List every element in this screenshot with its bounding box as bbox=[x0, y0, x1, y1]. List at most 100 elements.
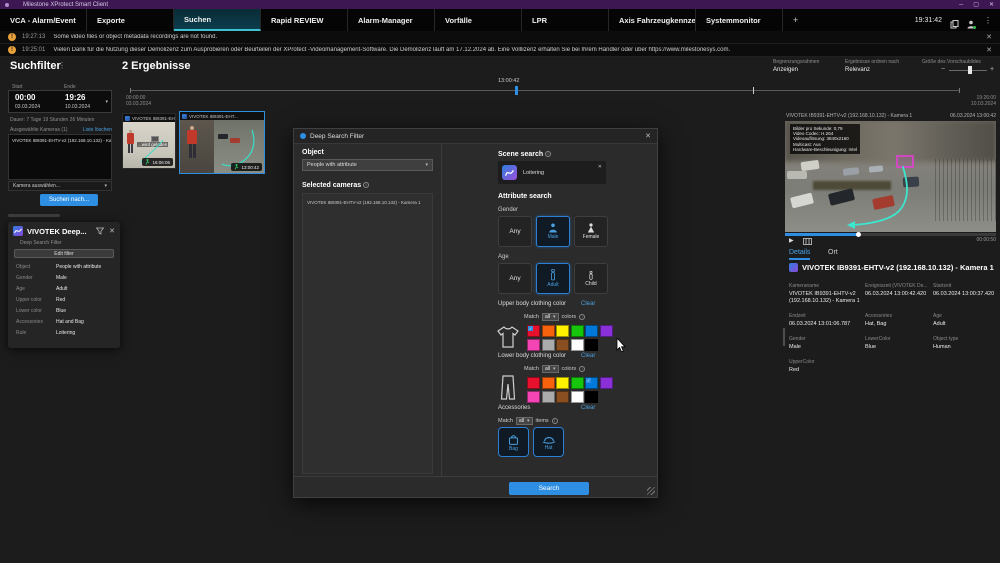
age-any-button[interactable]: Any bbox=[498, 263, 532, 294]
object-dropdown[interactable]: People with attribute ▾ bbox=[302, 159, 433, 171]
color-swatch-blue[interactable] bbox=[585, 325, 598, 337]
dialog-close-icon[interactable]: ✕ bbox=[645, 132, 651, 140]
export-icon[interactable] bbox=[950, 16, 959, 25]
filter-funnel-icon[interactable] bbox=[96, 227, 104, 235]
color-swatch-black[interactable] bbox=[585, 339, 598, 351]
color-swatch-yellow[interactable] bbox=[556, 377, 569, 389]
search-for-button[interactable]: Suchen nach... bbox=[40, 194, 98, 206]
color-swatch-blue[interactable]: ✓ bbox=[585, 377, 598, 389]
scrollbar-horizontal[interactable] bbox=[8, 214, 60, 217]
notification-close-icon[interactable]: ✕ bbox=[986, 33, 992, 41]
minimize-icon[interactable]: ─ bbox=[959, 2, 963, 8]
video-preview[interactable]: Bilder pro Sekunde: 0,79 Video Codec: H.… bbox=[785, 121, 996, 232]
upper-match-select[interactable]: all▾ bbox=[542, 313, 559, 321]
notification-close-icon[interactable]: ✕ bbox=[986, 46, 992, 54]
tab-suchen[interactable]: Suchen bbox=[174, 9, 261, 31]
camera-list[interactable]: VIVOTEK IB9391-EHTV-v2 (192.168.10.132) … bbox=[8, 134, 112, 180]
info-icon[interactable]: i bbox=[545, 151, 551, 157]
color-swatch-red[interactable]: ✓ bbox=[527, 325, 540, 337]
color-swatch-orange[interactable] bbox=[542, 325, 555, 337]
lower-match-select[interactable]: all▾ bbox=[542, 365, 559, 373]
info-icon[interactable]: i bbox=[579, 314, 585, 320]
tab-ort[interactable]: Ort bbox=[828, 249, 838, 256]
color-swatch-green[interactable] bbox=[571, 325, 584, 337]
accessories-clear-link[interactable]: Clear bbox=[581, 405, 595, 411]
result-thumbnail[interactable]: VIVOTEK IB9391-EHTV-v2... ...wird gelade… bbox=[122, 113, 176, 169]
selected-camera-item[interactable]: VIVOTEK IB9391-EHTV-v2 (192.168.10.132) … bbox=[303, 194, 432, 211]
tab-alarm-manager[interactable]: Alarm-Manager bbox=[348, 9, 435, 31]
gender-female-button[interactable]: Female bbox=[574, 216, 608, 247]
edit-filter-button[interactable]: Edit filter bbox=[14, 249, 114, 258]
selected-cameras-list[interactable]: VIVOTEK IB9391-EHTV-v2 (192.168.10.132) … bbox=[302, 193, 433, 474]
frames-icon[interactable] bbox=[803, 238, 812, 245]
maximize-icon[interactable]: ▢ bbox=[973, 1, 979, 8]
info-icon[interactable]: i bbox=[363, 182, 369, 188]
dialog-resize-handle[interactable] bbox=[647, 487, 655, 495]
thumbnail-size-slider[interactable] bbox=[949, 70, 987, 71]
color-swatch-black[interactable] bbox=[585, 391, 598, 403]
tab-details[interactable]: Details bbox=[789, 249, 810, 260]
color-swatch-purple[interactable] bbox=[600, 377, 613, 389]
close-icon[interactable]: ✕ bbox=[989, 1, 994, 8]
sort-by-dropdown[interactable]: Relevanz bbox=[845, 67, 870, 73]
upper-clear-link[interactable]: Clear bbox=[581, 301, 595, 307]
gender-any-button[interactable]: Any bbox=[498, 216, 532, 247]
gender-male-button[interactable]: Male bbox=[536, 216, 570, 247]
dialog-search-button[interactable]: Search bbox=[509, 482, 589, 495]
remove-scene-icon[interactable]: ✕ bbox=[598, 164, 602, 170]
bounding-box-dropdown[interactable]: Anzeigen bbox=[773, 67, 798, 73]
tab-vorfaelle[interactable]: Vorfälle bbox=[435, 9, 522, 31]
field-value: Male bbox=[56, 275, 67, 281]
dialog-titlebar[interactable]: Deep Search Filter ✕ bbox=[294, 129, 657, 144]
color-swatch-gray[interactable] bbox=[542, 391, 555, 403]
tab-vca-alarm-event[interactable]: VCA - Alarm/Event bbox=[0, 9, 87, 31]
user-profile-icon[interactable] bbox=[967, 16, 976, 25]
accessory-bag-button[interactable]: Bag bbox=[498, 427, 529, 457]
color-swatch-orange[interactable] bbox=[542, 377, 555, 389]
color-swatch-pink[interactable] bbox=[527, 391, 540, 403]
zoom-in-icon[interactable]: + bbox=[990, 66, 994, 73]
info-icon[interactable]: i bbox=[552, 418, 558, 424]
settings-menu-icon[interactable]: ⋮ bbox=[984, 16, 992, 25]
notification-text: Vielen Dank für die Nutzung dieser Demol… bbox=[53, 47, 730, 53]
timeline-cursor-tick[interactable] bbox=[753, 87, 754, 94]
timeline-selection-marker[interactable] bbox=[515, 86, 518, 95]
tab-systemmonitor[interactable]: Systemmonitor bbox=[696, 9, 783, 31]
color-swatch-red[interactable] bbox=[527, 377, 540, 389]
time-range-picker[interactable]: 00:00 03.03.2024 19:26 10.03.2024 ▾ bbox=[8, 90, 112, 113]
lower-clear-link[interactable]: Clear bbox=[581, 353, 595, 359]
color-swatch-yellow[interactable] bbox=[556, 325, 569, 337]
playback-progress-bar[interactable] bbox=[785, 233, 996, 236]
progress-handle[interactable] bbox=[856, 232, 861, 237]
tab-rapid-review[interactable]: Rapid REVIEW bbox=[261, 9, 348, 31]
camera-select-dropdown[interactable]: Kamera auswählen... ▾ bbox=[8, 181, 112, 191]
accessories-match-select[interactable]: all▾ bbox=[516, 417, 533, 425]
color-swatch-white[interactable] bbox=[571, 339, 584, 351]
slider-thumb[interactable] bbox=[968, 66, 972, 74]
age-child-button[interactable]: Child bbox=[574, 263, 608, 294]
color-swatch-white[interactable] bbox=[571, 391, 584, 403]
tab-axis-fahrzeugkennzeichen[interactable]: Axis Fahrzeugkennzei... bbox=[609, 9, 696, 31]
color-swatch-brown[interactable] bbox=[556, 339, 569, 351]
scene-chip[interactable]: Loitering ✕ bbox=[498, 161, 606, 184]
zoom-out-icon[interactable]: − bbox=[941, 66, 945, 73]
play-icon[interactable]: ▶ bbox=[789, 237, 794, 244]
color-swatch-gray[interactable] bbox=[542, 339, 555, 351]
add-tab-button[interactable]: + bbox=[783, 9, 819, 31]
color-swatch-pink[interactable] bbox=[527, 339, 540, 351]
close-panel-icon[interactable]: ✕ bbox=[109, 227, 115, 235]
timeline-track[interactable] bbox=[130, 90, 960, 91]
tab-lpr[interactable]: LPR bbox=[522, 9, 609, 31]
result-thumbnail-selected[interactable]: VIVOTEK IB9391-EHT... 13:00:42 bbox=[179, 111, 265, 174]
accessory-hat-button[interactable]: Hat bbox=[533, 427, 564, 457]
color-swatch-brown[interactable] bbox=[556, 391, 569, 403]
scrollbar-vertical[interactable] bbox=[783, 328, 785, 346]
color-swatch-purple[interactable] bbox=[600, 325, 613, 337]
clear-list-link[interactable]: Liste löschen bbox=[83, 127, 112, 133]
color-swatch-green[interactable] bbox=[571, 377, 584, 389]
camera-list-item[interactable]: VIVOTEK IB9391-EHTV-v2 (192.168.10.132) … bbox=[12, 138, 112, 143]
tab-exporte[interactable]: Exporte bbox=[87, 9, 174, 31]
age-adult-button[interactable]: Adult bbox=[536, 263, 570, 294]
info-icon[interactable]: i bbox=[579, 366, 585, 372]
filter-menu-icon[interactable]: ⋮ bbox=[58, 61, 66, 70]
